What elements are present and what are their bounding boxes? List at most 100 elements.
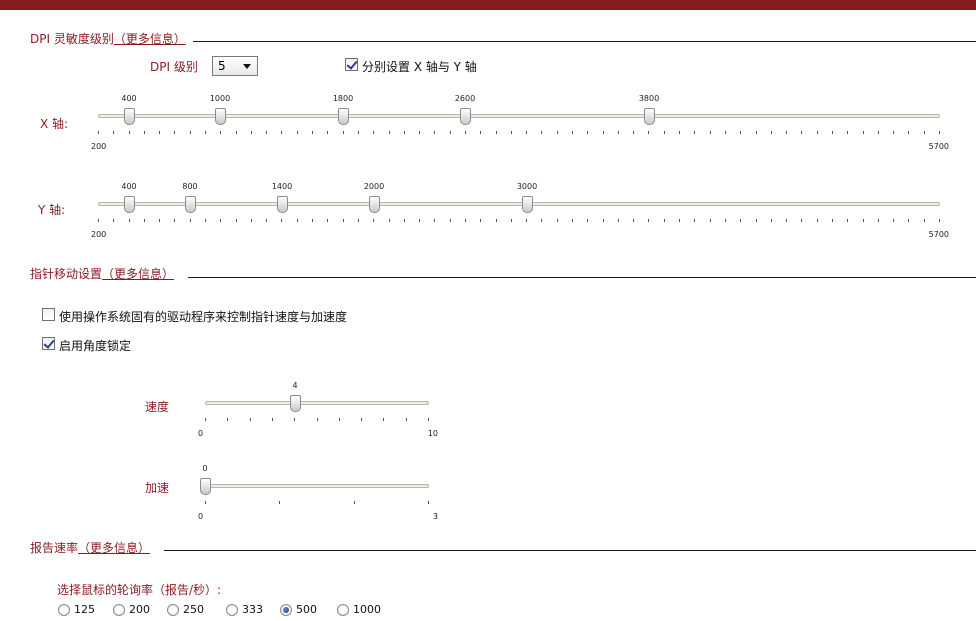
slider-tick [557, 219, 558, 222]
slider-tick [266, 131, 267, 134]
pointer-more-info-link[interactable]: （更多信息） [102, 267, 174, 281]
slider-thumb[interactable] [290, 395, 301, 412]
polling-rate-label: 125 [74, 603, 95, 616]
slider-thumb[interactable] [338, 108, 349, 125]
slider-tick [908, 131, 909, 134]
dpi-section-title: DPI 灵敏度级别 [30, 32, 114, 46]
slider-thumb[interactable] [124, 196, 135, 213]
report-section-title: 报告速率 [30, 541, 79, 555]
slider-thumb[interactable] [124, 108, 135, 125]
slider-tick [312, 219, 313, 222]
slider-tick [339, 418, 340, 421]
slider-tick [633, 131, 634, 134]
slider-tick [725, 131, 726, 134]
y-axis-label: Y 轴: [38, 203, 66, 217]
slider-tick [878, 219, 879, 222]
slider-thumb[interactable] [185, 196, 196, 213]
slider-tick [354, 501, 355, 504]
slider-thumb-value: 3800 [638, 94, 660, 103]
slider-tick [297, 219, 298, 222]
slider-max-label: 10 [427, 429, 438, 438]
slider-tick [312, 131, 313, 134]
acceleration-slider[interactable]: 0 3 0 [198, 462, 438, 526]
slider-tick [361, 418, 362, 421]
polling-rate-label: 333 [242, 603, 263, 616]
slider-thumb[interactable] [369, 196, 380, 213]
polling-rate-radio-250[interactable] [167, 604, 179, 616]
polling-rate-label: 200 [129, 603, 150, 616]
speed-slider[interactable]: 0 10 4 [198, 378, 438, 442]
polling-rate-prompt: 选择鼠标的轮询率（报告/秒）: [57, 583, 222, 597]
slider-min-label: 0 [198, 512, 204, 521]
slider-tick [98, 219, 99, 222]
slider-tick [771, 219, 772, 222]
slider-tick [771, 131, 772, 134]
slider-tick [526, 131, 527, 134]
slider-tick [428, 418, 429, 421]
slider-tick [428, 501, 429, 504]
slider-tick [664, 131, 665, 134]
polling-rate-radio-125[interactable] [58, 604, 70, 616]
dpi-level-select[interactable]: 5 [212, 56, 258, 76]
y-axis-dpi-slider[interactable]: 200 5700 400 800 1400 2000 3000 [91, 180, 949, 244]
slider-tick [373, 219, 374, 222]
slider-tick [939, 131, 940, 134]
slider-thumb[interactable] [460, 108, 471, 125]
slider-tick [863, 219, 864, 222]
slider-tick [236, 219, 237, 222]
slider-thumb[interactable] [215, 108, 226, 125]
slider-tick [801, 219, 802, 222]
slider-tick [98, 131, 99, 134]
slider-thumb-value: 2000 [363, 182, 385, 191]
angle-lock-checkbox[interactable] [42, 337, 55, 350]
x-axis-label: X 轴: [40, 117, 69, 131]
polling-rate-radio-1000[interactable] [337, 604, 349, 616]
slider-tick [847, 219, 848, 222]
pointer-section-divider [188, 277, 976, 278]
slider-tick [236, 131, 237, 134]
slider-tick [281, 219, 282, 222]
slider-tick [694, 131, 695, 134]
slider-tick [190, 131, 191, 134]
slider-tick [572, 131, 573, 134]
slider-tick [190, 219, 191, 222]
polling-rate-radio-333[interactable] [226, 604, 238, 616]
separate-axes-checkbox[interactable] [345, 58, 358, 71]
slider-thumb-value: 1400 [271, 182, 293, 191]
slider-tick [725, 219, 726, 222]
slider-thumb[interactable] [277, 196, 288, 213]
use-os-driver-checkbox[interactable] [42, 308, 55, 321]
polling-rate-radio-200[interactable] [113, 604, 125, 616]
slider-thumb[interactable] [522, 196, 533, 213]
slider-tick [266, 219, 267, 222]
slider-tick [251, 131, 252, 134]
slider-tick [924, 219, 925, 222]
slider-tick [129, 131, 130, 134]
slider-tick [664, 219, 665, 222]
slider-tick [205, 501, 206, 504]
slider-tick [756, 131, 757, 134]
slider-tick [587, 219, 588, 222]
slider-track[interactable] [98, 202, 940, 206]
dpi-section-header: DPI 灵敏度级别（更多信息） [30, 30, 186, 47]
slider-thumb[interactable] [644, 108, 655, 125]
polling-rate-radio-500[interactable] [280, 604, 292, 616]
slider-track[interactable] [205, 401, 429, 405]
slider-tick [434, 131, 435, 134]
slider-max-label: 5700 [928, 142, 949, 151]
slider-tick [434, 219, 435, 222]
angle-lock-label: 启用角度锁定 [59, 339, 132, 353]
slider-tick [480, 131, 481, 134]
slider-tick [205, 418, 206, 421]
slider-tick [618, 131, 619, 134]
slider-track[interactable] [205, 484, 429, 488]
slider-thumb[interactable] [200, 478, 211, 495]
polling-rate-label: 500 [296, 603, 317, 616]
dpi-more-info-link[interactable]: （更多信息） [114, 32, 186, 46]
slider-thumb-value: 1000 [209, 94, 231, 103]
x-axis-dpi-slider[interactable]: 200 5700 400 1000 1800 2600 3800 [91, 92, 949, 156]
slider-tick [251, 219, 252, 222]
slider-tick [389, 131, 390, 134]
slider-tick [817, 219, 818, 222]
report-more-info-link[interactable]: （更多信息） [78, 541, 150, 555]
